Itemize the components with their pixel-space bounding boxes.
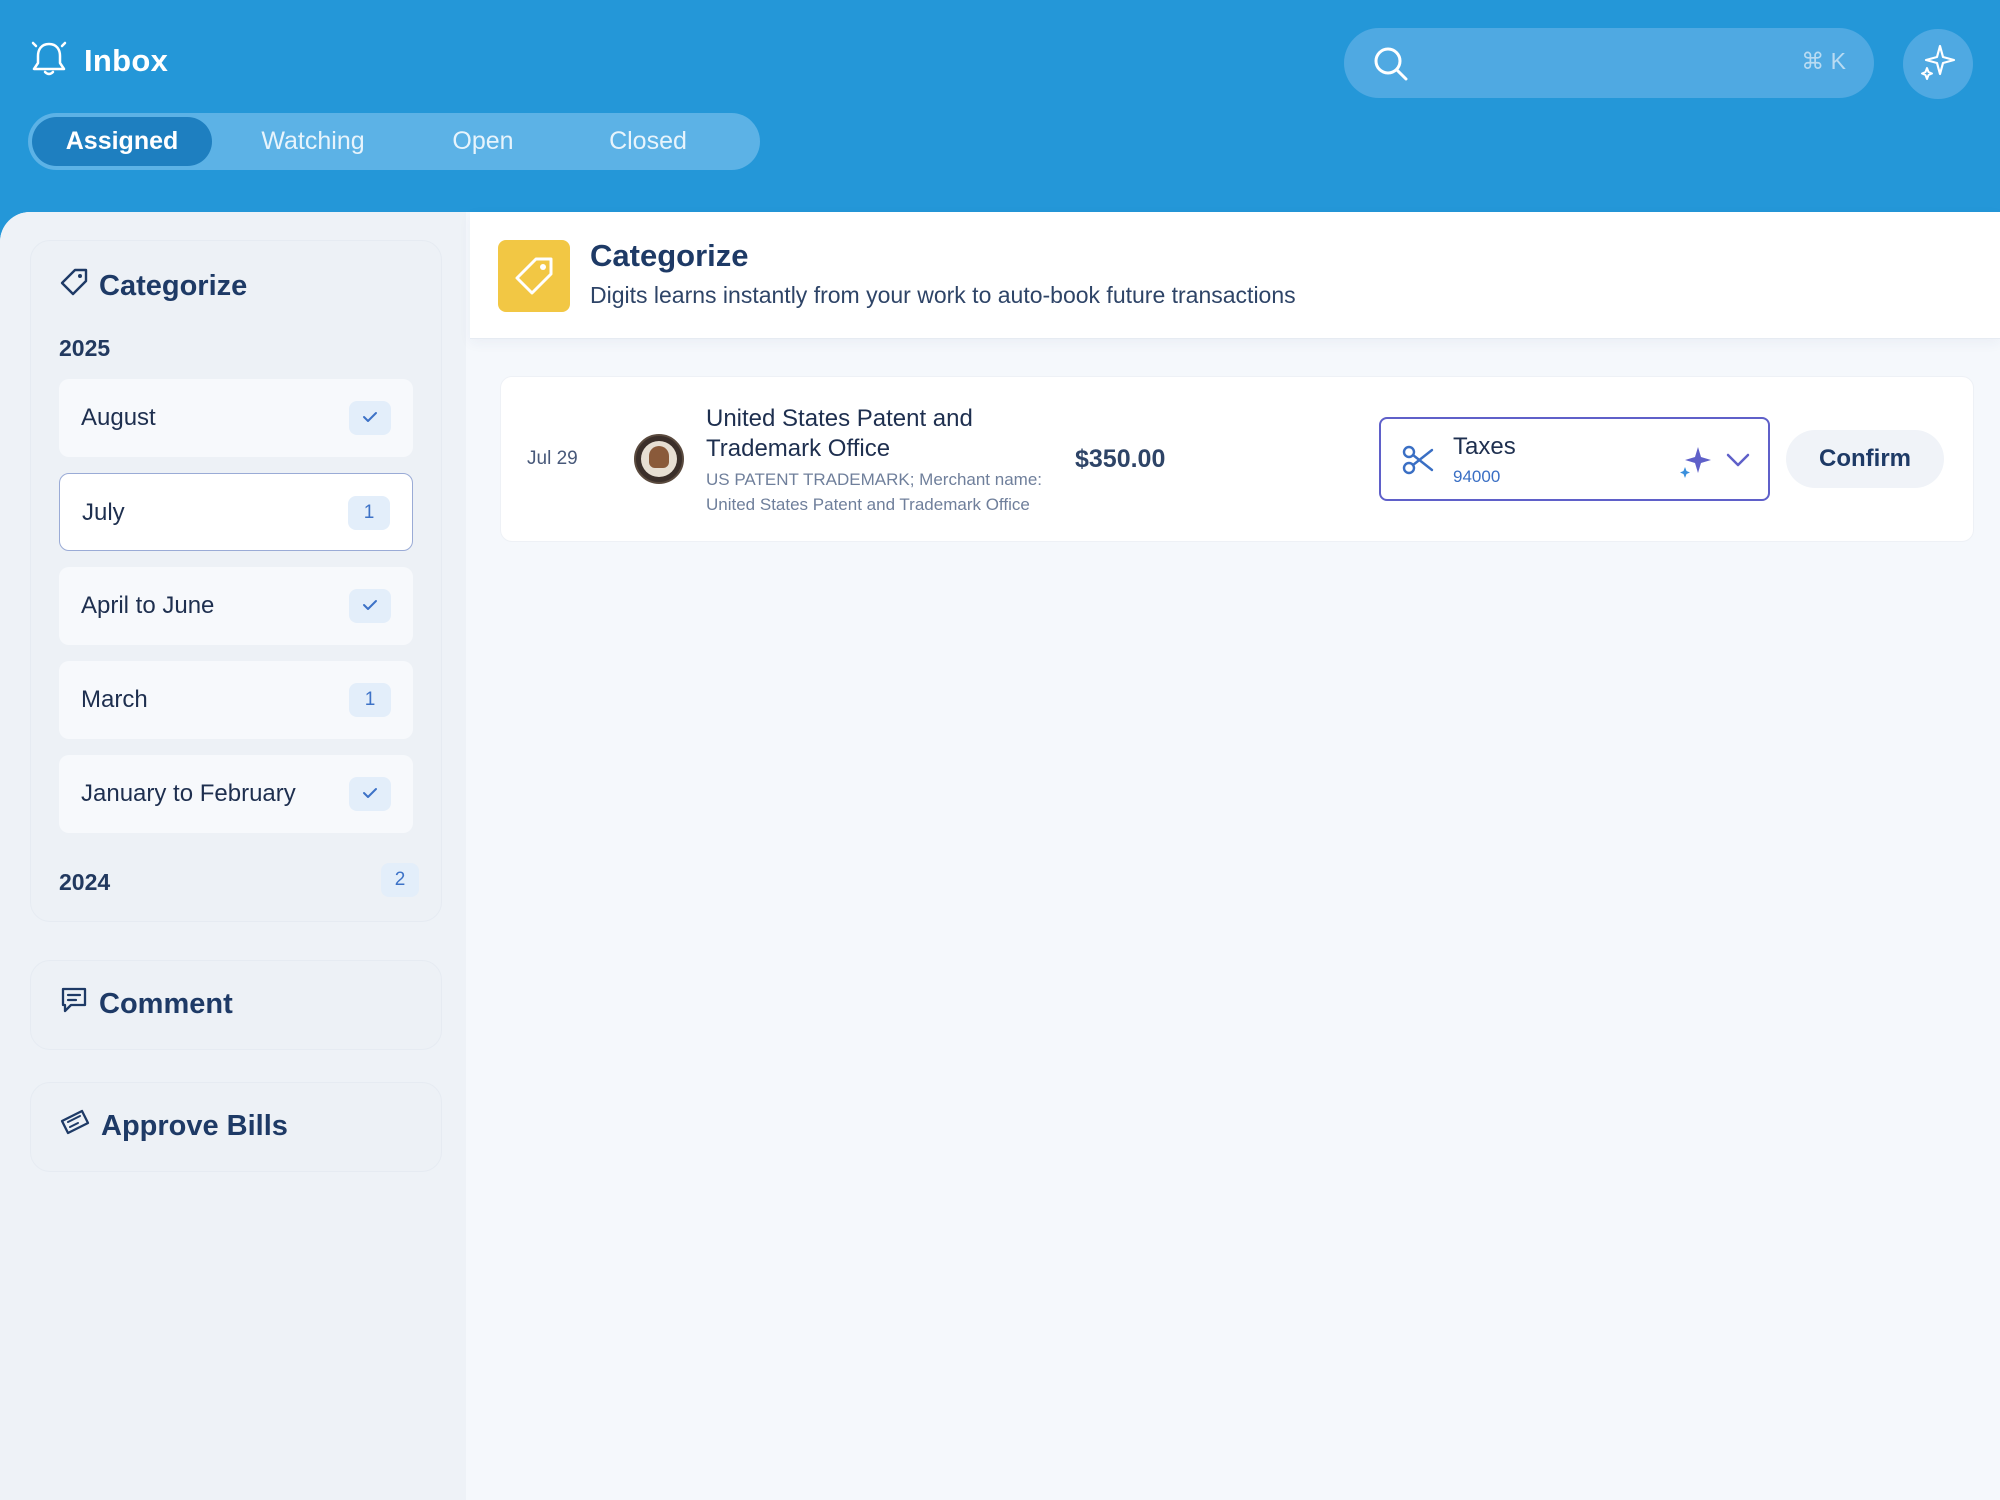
- period-label: January to February: [81, 780, 296, 807]
- categorize-title: Categorize: [99, 269, 248, 302]
- categorize-header-panel: Categorize Digits learns instantly from …: [470, 212, 2000, 339]
- period-label: April to June: [81, 592, 215, 619]
- tab-open[interactable]: Open: [418, 113, 548, 170]
- period-april-to-june[interactable]: April to June: [59, 567, 413, 645]
- category-select[interactable]: Taxes 94000: [1379, 417, 1770, 501]
- page-title: Inbox: [84, 42, 169, 78]
- sparkle-icon: [1918, 42, 1958, 87]
- check-icon: [349, 401, 391, 435]
- approve-bills-title: Approve Bills: [101, 1109, 288, 1142]
- period-march[interactable]: March 1: [59, 661, 413, 739]
- bill-icon: [59, 1107, 91, 1145]
- transaction-description: US PATENT TRADEMARK; Merchant name: Unit…: [706, 470, 1042, 514]
- comment-title: Comment: [99, 987, 233, 1020]
- bell-icon: [30, 38, 68, 83]
- category-code: 94000: [1453, 467, 1501, 486]
- category-name: Taxes: [1453, 433, 1516, 460]
- categorize-section: Categorize 2025 August July 1 April to J…: [30, 240, 442, 922]
- tag-icon: [498, 240, 570, 312]
- check-icon: [349, 589, 391, 623]
- ai-sparkle-icon: [1678, 445, 1712, 484]
- ai-assistant-button[interactable]: [1903, 29, 1973, 99]
- categorize-header[interactable]: Categorize: [59, 267, 247, 305]
- search-input[interactable]: ⌘ K: [1344, 28, 1874, 98]
- section-title: Categorize: [590, 238, 749, 273]
- tab-closed[interactable]: Closed: [573, 113, 723, 170]
- comment-icon: [59, 985, 89, 1023]
- count-badge: 2: [381, 863, 419, 897]
- period-august[interactable]: August: [59, 379, 413, 457]
- period-january-to-february[interactable]: January to February: [59, 755, 413, 833]
- merchant-logo: [634, 434, 684, 484]
- shortcut-hint: ⌘ K: [1801, 48, 1846, 74]
- section-subtitle: Digits learns instantly from your work t…: [590, 282, 1296, 308]
- check-icon: [349, 777, 391, 811]
- comment-header: Comment: [59, 985, 233, 1023]
- inbox-title: Inbox: [30, 38, 168, 83]
- tag-icon: [59, 267, 89, 305]
- tab-assigned[interactable]: Assigned: [32, 117, 212, 166]
- year-2025: 2025: [59, 335, 111, 361]
- sidebar: Categorize 2025 August July 1 April to J…: [0, 212, 466, 1500]
- chevron-down-icon[interactable]: [1726, 452, 1750, 473]
- approve-bills-section[interactable]: Approve Bills: [30, 1082, 442, 1172]
- year-2024[interactable]: 2024: [59, 869, 110, 896]
- count-badge: 1: [349, 683, 391, 717]
- transaction-amount: $350.00: [1075, 445, 1166, 473]
- transaction-row: Jul 29 United States Patent and Trademar…: [500, 376, 1974, 542]
- period-label: July: [82, 499, 125, 526]
- approve-bills-header: Approve Bills: [59, 1107, 288, 1145]
- merchant-name: United States Patent and Trademark Offic…: [706, 405, 973, 462]
- tab-watching[interactable]: Watching: [228, 113, 398, 170]
- confirm-button[interactable]: Confirm: [1786, 430, 1944, 488]
- inbox-tabs: Assigned Watching Open Closed: [28, 113, 760, 170]
- main-panel: Categorize 2025 August July 1 April to J…: [0, 212, 2000, 1500]
- scissors-icon: [1401, 443, 1435, 482]
- period-label: August: [81, 404, 156, 431]
- period-july[interactable]: July 1: [59, 473, 413, 551]
- search-icon: [1372, 45, 1410, 88]
- count-badge: 1: [348, 496, 390, 530]
- comment-section[interactable]: Comment: [30, 960, 442, 1050]
- transaction-date: Jul 29: [527, 448, 578, 469]
- period-label: March: [81, 686, 148, 713]
- top-bar: Inbox Assigned Watching Open Closed ⌘ K: [0, 0, 2000, 212]
